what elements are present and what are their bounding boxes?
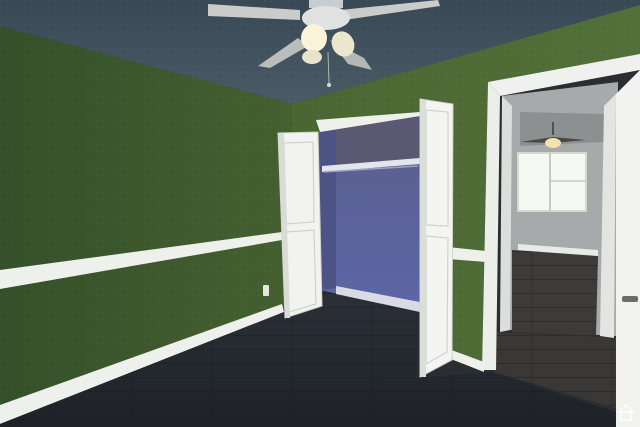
bedroom-photo-svg — [0, 0, 640, 427]
closet — [316, 112, 420, 312]
hall-frame-left — [500, 96, 512, 332]
doorway — [482, 54, 640, 427]
bedroom-photo — [0, 0, 640, 427]
closet-door-icon[interactable] — [277, 131, 323, 319]
closet-door-icon[interactable] — [419, 98, 454, 378]
window-icon — [517, 152, 587, 212]
door-handle-icon[interactable] — [622, 296, 638, 302]
outlet-icon — [263, 285, 269, 296]
open-door[interactable] — [616, 70, 640, 427]
closet-side-wall — [320, 130, 336, 290]
